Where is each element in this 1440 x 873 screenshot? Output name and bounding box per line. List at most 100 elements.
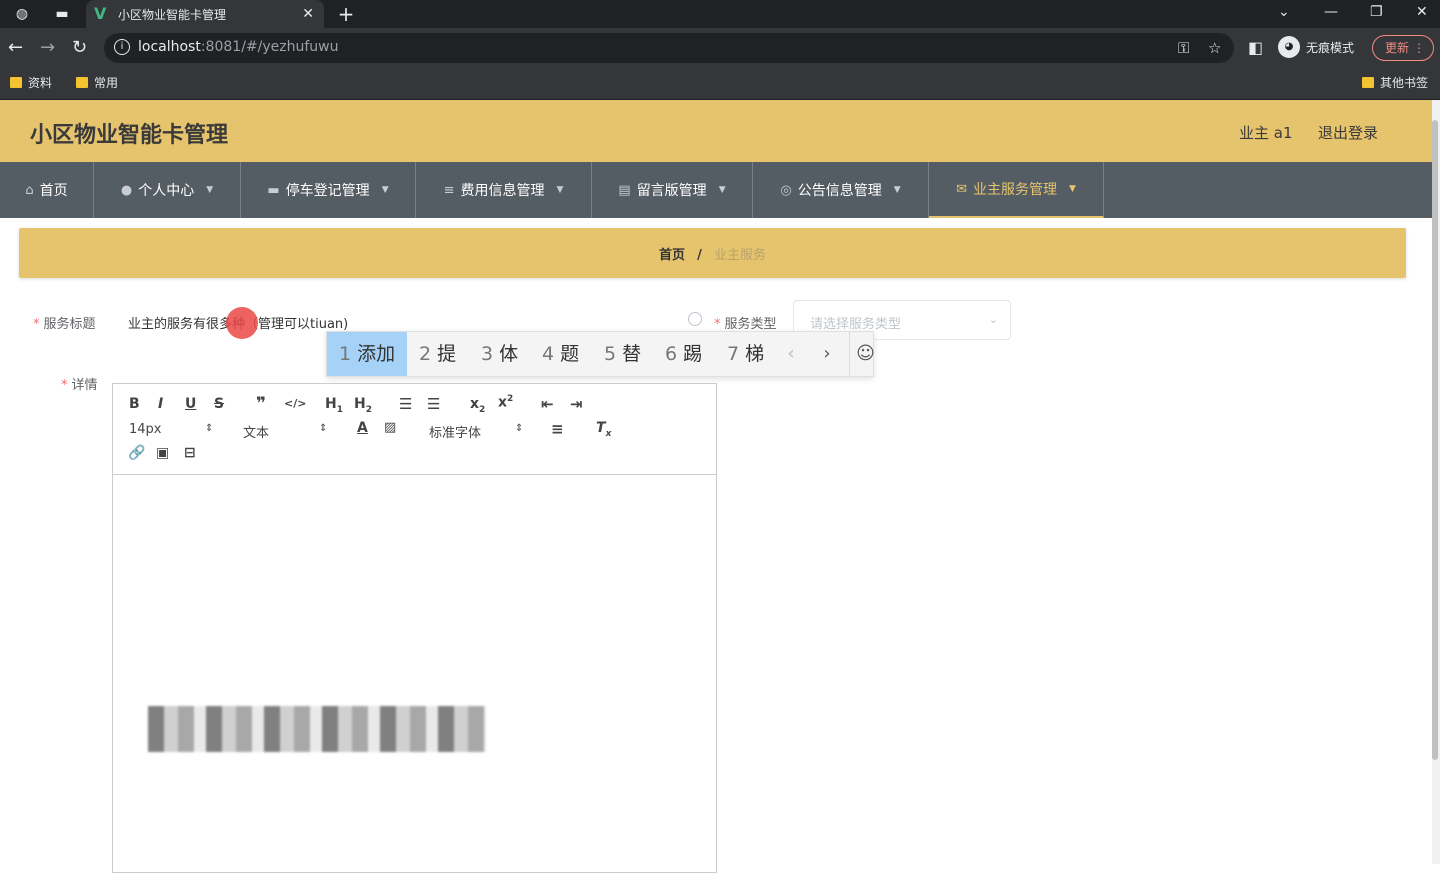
url-text: localhost:8081/#/yezhufuwu	[138, 39, 339, 55]
menu-item-fees[interactable]: ≡ 费用信息管理 ▼	[416, 162, 592, 218]
detail-label: * 详情	[61, 374, 98, 393]
more-icon: ⋮	[1413, 41, 1425, 55]
link-icon[interactable]: 🔗	[128, 445, 145, 461]
sidebar-icon[interactable]: ◧	[1248, 36, 1263, 60]
editor-toolbar: B I U S ❞ </> H1 H2 ☰ ☰ x2 x2 ⇤ ⇥ 14px ⇕…	[113, 384, 716, 475]
menu-item-messages[interactable]: ▤ 留言版管理 ▼	[592, 162, 753, 218]
breadcrumb-bar: 首页 / 业主服务	[19, 228, 1406, 278]
incognito-profile[interactable]: ◕ 无痕模式	[1278, 36, 1354, 58]
menu-item-parking[interactable]: ▬ 停车登记管理 ▼	[241, 162, 416, 218]
briefcase-icon: ▬	[267, 182, 280, 198]
align-icon[interactable]: ≡	[551, 420, 564, 438]
title-label: * 服务标题	[33, 313, 96, 332]
code-block-icon[interactable]: </>	[284, 397, 306, 410]
italic-icon[interactable]: I	[158, 396, 163, 412]
video-icon[interactable]: ⊟	[184, 445, 196, 461]
indent-icon[interactable]: ⇥	[570, 395, 583, 413]
key-icon[interactable]: ⚿	[1178, 39, 1189, 57]
breadcrumb-home[interactable]: 首页	[659, 248, 685, 263]
reload-icon[interactable]: ↻	[72, 36, 87, 60]
bullet-list-icon[interactable]: ☰	[427, 395, 440, 413]
underline-icon[interactable]: U	[185, 396, 196, 412]
superscript-icon[interactable]: x2	[498, 394, 513, 411]
logout-link[interactable]: 退出登录	[1318, 122, 1378, 143]
menu-item-label: 留言版管理	[636, 183, 707, 199]
subscript-icon[interactable]: x2	[470, 396, 485, 415]
bookmark-label: 资料	[28, 76, 53, 90]
new-tab-icon[interactable]: +	[336, 2, 356, 26]
heading2-icon[interactable]: H2	[354, 396, 372, 415]
bookmarks-bar: 资料 常用 其他书签	[0, 68, 1440, 100]
bookmark-label: 常用	[94, 76, 119, 90]
menu-item-home[interactable]: ⌂ 首页	[0, 162, 94, 218]
breadcrumb: 首页 / 业主服务	[19, 244, 1406, 263]
list-icon: ≡	[443, 182, 455, 198]
ime-candidate[interactable]: 3体	[469, 332, 530, 376]
chevron-down-icon: ▼	[1068, 184, 1076, 194]
star-icon[interactable]: ☆	[1208, 39, 1221, 57]
globe-icon[interactable]: ◍	[12, 4, 32, 24]
menu-item-notices[interactable]: ◎ 公告信息管理 ▼	[753, 162, 929, 218]
tab-search-icon[interactable]: ▬	[52, 4, 72, 24]
ime-candidate[interactable]: 2提	[407, 332, 468, 376]
ordered-list-icon[interactable]: ☰	[399, 395, 412, 413]
scroll-thumb[interactable]	[1432, 120, 1438, 760]
window-close-icon[interactable]: ✕	[1416, 2, 1428, 22]
menu-item-label: 费用信息管理	[460, 183, 545, 199]
updown-icon: ⇕	[515, 423, 524, 434]
clear-format-icon[interactable]: Tx	[596, 420, 611, 439]
text-type-select[interactable]: 文本 ⇕	[243, 422, 333, 441]
breadcrumb-separator: /	[697, 248, 702, 263]
emoji-icon[interactable]: ☺	[849, 332, 881, 376]
vue-logo-icon: V	[94, 4, 107, 23]
home-icon: ⌂	[25, 182, 34, 198]
font-family-value: 标准字体	[429, 426, 482, 441]
chevron-down-icon[interactable]: ⌄	[1278, 2, 1290, 22]
address-bar[interactable]: i localhost:8081/#/yezhufuwu ⚿ ☆	[104, 33, 1234, 63]
ime-prev-icon[interactable]: ‹	[775, 332, 807, 376]
font-family-select[interactable]: 标准字体 ⇕	[429, 422, 529, 441]
folder-icon	[76, 77, 88, 88]
font-size-select[interactable]: 14px ⇕	[129, 422, 219, 437]
background-color-icon[interactable]: ▨	[384, 420, 396, 435]
font-color-icon[interactable]: A	[357, 420, 368, 436]
chevron-down-icon: ▼	[556, 185, 564, 195]
bold-icon[interactable]: B	[129, 396, 140, 412]
heading1-icon[interactable]: H1	[325, 396, 343, 415]
type-label: * 服务类型	[714, 313, 777, 332]
browser-tab[interactable]: V 小区物业智能卡管理 ✕	[86, 0, 324, 28]
ime-candidate[interactable]: 7梯	[715, 332, 776, 376]
ime-candidate[interactable]: 6踢	[653, 332, 714, 376]
minimize-icon[interactable]: —	[1324, 2, 1338, 22]
menu-item-owner-services[interactable]: ✉ 业主服务管理 ▼	[929, 162, 1104, 218]
back-arrow-icon[interactable]: ←	[8, 36, 23, 60]
menu-item-label: 公告信息管理	[797, 183, 882, 199]
update-button[interactable]: 更新 ⋮	[1372, 35, 1434, 61]
ime-next-icon[interactable]: ›	[811, 332, 843, 376]
image-icon[interactable]: ▣	[156, 445, 169, 461]
blockquote-icon[interactable]: ❞	[256, 394, 266, 414]
bookmark-folder[interactable]: 资料	[10, 74, 52, 91]
bookmark-folder[interactable]: 常用	[76, 74, 118, 91]
menu-item-profile[interactable]: ● 个人中心 ▼	[94, 162, 241, 218]
close-icon[interactable]: ✕	[302, 4, 314, 24]
ime-candidate[interactable]: 1 添加	[327, 332, 407, 376]
mouse-cursor-highlight	[226, 307, 258, 339]
strikethrough-icon[interactable]: S	[214, 396, 224, 412]
info-icon[interactable]: i	[114, 39, 130, 55]
document-icon: ▤	[618, 182, 631, 198]
forward-arrow-icon[interactable]: →	[40, 36, 55, 60]
page-scrollbar[interactable]	[1432, 100, 1440, 864]
updown-icon: ⇕	[319, 423, 328, 434]
font-size-value: 14px	[129, 422, 162, 437]
required-mark: *	[714, 317, 721, 332]
restore-icon[interactable]: ❐	[1370, 2, 1383, 22]
updown-icon: ⇕	[205, 423, 214, 434]
chevron-down-icon: ⌄	[988, 313, 998, 326]
outdent-icon[interactable]: ⇤	[541, 395, 554, 413]
ime-candidate[interactable]: 4题	[530, 332, 591, 376]
clear-icon[interactable]	[688, 312, 702, 326]
blurred-content	[148, 706, 486, 752]
ime-candidate[interactable]: 5替	[592, 332, 653, 376]
other-bookmarks[interactable]: 其他书签	[1362, 74, 1428, 91]
